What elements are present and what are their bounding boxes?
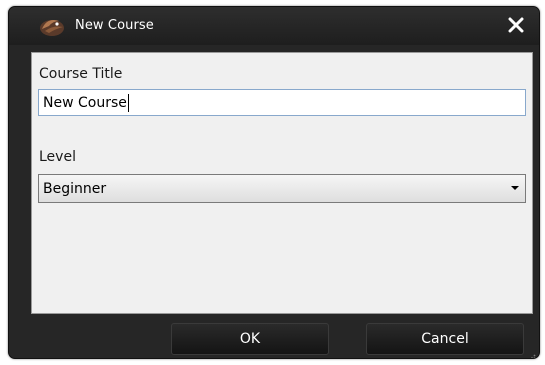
resize-grip-icon[interactable] — [528, 347, 536, 358]
close-icon — [508, 17, 524, 33]
window-title: New Course — [75, 18, 154, 33]
level-select[interactable]: Beginner — [38, 174, 526, 203]
app-logo-icon — [39, 15, 65, 37]
text-caret — [127, 93, 129, 112]
cancel-button[interactable]: Cancel — [366, 323, 524, 355]
course-title-label: Course Title — [39, 66, 123, 82]
level-selected-value: Beginner — [43, 180, 107, 197]
dialog-content: Course Title New Course Level Beginner — [31, 52, 533, 314]
ok-button[interactable]: OK — [171, 323, 329, 355]
course-title-value: New Course — [43, 94, 127, 111]
title-bar[interactable]: New Course — [9, 7, 539, 45]
course-title-input[interactable]: New Course — [38, 89, 526, 116]
new-course-dialog: New Course Course Title New Course Level… — [8, 6, 540, 359]
level-label: Level — [39, 149, 76, 165]
chevron-down-icon — [511, 186, 519, 190]
close-button[interactable] — [503, 12, 529, 38]
